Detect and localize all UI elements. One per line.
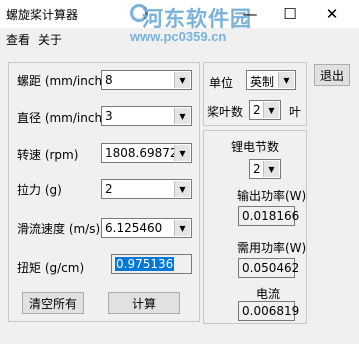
watermark-url: www.pc0359.cn: [130, 29, 227, 44]
pitch-label: 螺距 (mm/inch): [17, 74, 107, 88]
clear-all-button[interactable]: 清空所有: [22, 292, 84, 314]
slip-speed-combo[interactable]: 6.125460 ▼: [101, 218, 192, 238]
output-power-label: 输出功率(W): [237, 189, 307, 203]
diameter-label: 直径 (mm/inch): [17, 111, 107, 125]
pull-value: 2: [105, 182, 113, 196]
required-power-field[interactable]: 0.050462: [238, 258, 299, 278]
pitch-value: 8: [105, 73, 113, 87]
blades-value: 2: [253, 103, 261, 117]
diameter-value: 3: [105, 109, 113, 123]
slip-speed-label: 滑流速度 (m/s): [17, 222, 101, 236]
cells-combo[interactable]: 2 ▼: [249, 159, 281, 179]
torque-output[interactable]: 0.975136: [111, 254, 192, 274]
output-power-field[interactable]: 0.018166: [238, 206, 299, 226]
current-value: 0.006819: [242, 304, 300, 318]
chevron-down-icon[interactable]: ▼: [174, 145, 190, 161]
chevron-down-icon[interactable]: ▼: [174, 181, 190, 197]
cells-value: 2: [253, 162, 261, 176]
blades-suffix: 叶: [289, 105, 302, 119]
chevron-down-icon[interactable]: ▼: [263, 161, 279, 177]
maximize-button[interactable]: ☐: [272, 0, 308, 28]
window-title: 螺旋桨计算器: [6, 8, 79, 22]
chevron-down-icon[interactable]: ▼: [174, 72, 190, 88]
minimize-button[interactable]: —: [232, 0, 268, 28]
menu-view[interactable]: 查看: [6, 31, 30, 48]
menu-about[interactable]: 关于: [38, 31, 62, 48]
speed-combo[interactable]: 1808.698726 ▼: [101, 143, 192, 163]
torque-value: 0.975136: [115, 257, 175, 271]
speed-label: 转速 (rpm): [17, 148, 79, 162]
unit-value: 英制: [250, 75, 275, 89]
exit-button[interactable]: 退出: [314, 64, 350, 86]
cells-label: 锂电节数: [231, 140, 280, 154]
chevron-down-icon[interactable]: ▼: [174, 108, 190, 124]
pull-label: 拉力 (g): [17, 183, 62, 197]
pitch-combo[interactable]: 8 ▼: [101, 70, 192, 90]
chevron-down-icon[interactable]: ▼: [278, 72, 294, 88]
diameter-combo[interactable]: 3 ▼: [101, 106, 192, 126]
unit-combo[interactable]: 英制 ▼: [246, 70, 296, 90]
output-power-value: 0.018166: [242, 209, 300, 223]
current-label: 电流: [256, 287, 281, 301]
calculate-button[interactable]: 计算: [108, 292, 180, 314]
slip-speed-value: 6.125460: [105, 221, 163, 235]
chevron-down-icon[interactable]: ▼: [263, 102, 279, 118]
required-power-value: 0.050462: [242, 261, 300, 275]
current-field[interactable]: 0.006819: [238, 301, 299, 321]
close-button[interactable]: ✕: [314, 0, 350, 28]
blades-label: 桨叶数: [207, 105, 244, 119]
unit-label: 单位: [209, 76, 234, 90]
pull-combo[interactable]: 2 ▼: [101, 179, 192, 199]
required-power-label: 需用功率(W): [237, 241, 307, 255]
blades-combo[interactable]: 2 ▼: [249, 100, 281, 120]
chevron-down-icon[interactable]: ▼: [174, 220, 190, 236]
torque-label: 扭矩 (g/cm): [17, 261, 85, 275]
